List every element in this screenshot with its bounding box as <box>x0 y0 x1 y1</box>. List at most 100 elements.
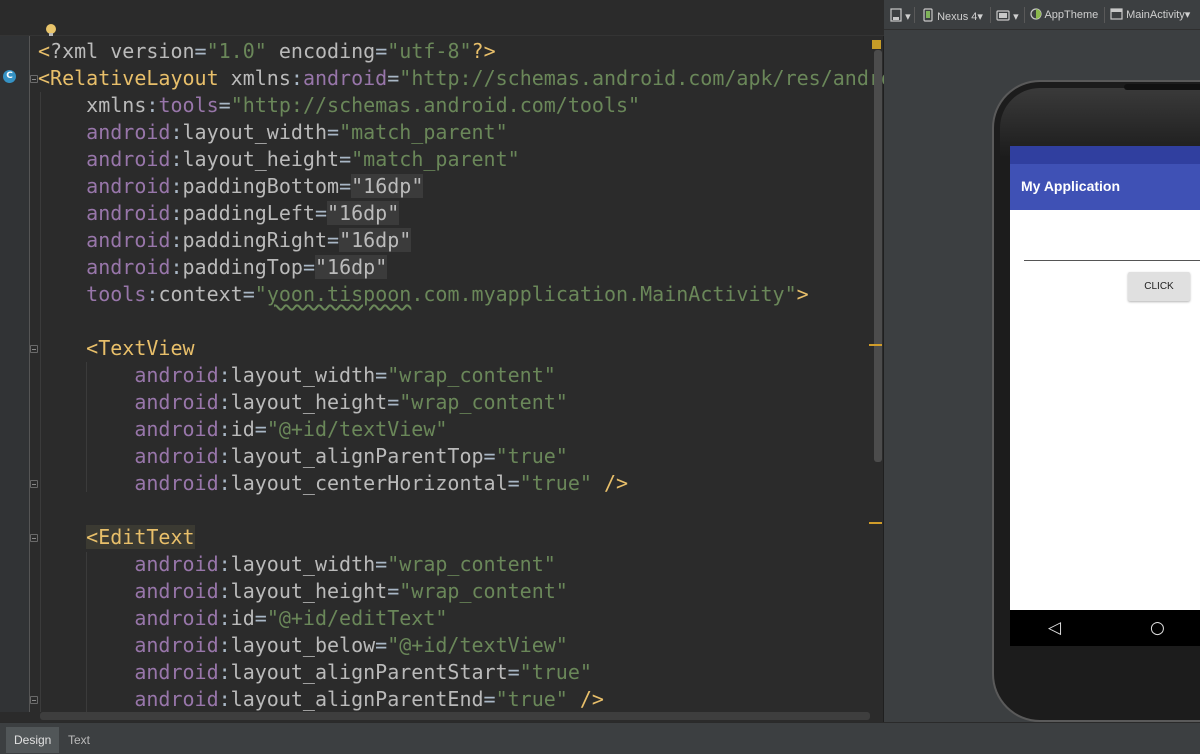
status-bar <box>1010 146 1200 164</box>
code-token: android <box>86 228 171 252</box>
code-line[interactable] <box>38 497 929 524</box>
vertical-scrollbar[interactable] <box>874 50 882 462</box>
fold-marker-icon[interactable] <box>30 480 38 488</box>
code-token: : <box>146 282 159 306</box>
code-line[interactable]: android:layout_below="@+id/textView" <box>38 632 929 659</box>
code-token: = <box>327 228 340 252</box>
inspection-status-icon[interactable] <box>872 40 881 49</box>
code-line[interactable]: android:layout_width="wrap_content" <box>38 551 929 578</box>
code-text[interactable]: <?xml version="1.0" encoding="utf-8"?> <R… <box>38 38 929 713</box>
code-line[interactable]: android:id="@+id/editText" <box>38 605 929 632</box>
horizontal-scrollbar[interactable] <box>40 712 870 720</box>
code-token: = <box>327 120 340 144</box>
code-line[interactable]: android:paddingLeft="16dp" <box>38 200 929 227</box>
edit-text-widget[interactable] <box>1024 260 1200 261</box>
code-token: : <box>218 687 231 711</box>
code-line[interactable]: android:layout_width="wrap_content" <box>38 362 929 389</box>
code-token: android <box>134 471 219 495</box>
code-token: = <box>387 390 400 414</box>
code-line[interactable]: android:layout_height="match_parent" <box>38 146 929 173</box>
class-badge-icon[interactable]: C <box>3 70 16 83</box>
code-line[interactable]: android:id="@+id/textView" <box>38 416 929 443</box>
code-token: paddingBottom <box>182 174 340 198</box>
code-line[interactable]: android:layout_alignParentTop="true" <box>38 443 929 470</box>
code-token: : <box>218 660 231 684</box>
code-token: id <box>230 606 255 630</box>
code-token: = <box>302 255 315 279</box>
code-token: "http://schemas.android.com/apk/res/andr… <box>399 66 930 90</box>
code-line[interactable]: tools:context="yoon.tispoon.com.myapplic… <box>38 281 929 308</box>
app-title: My Application <box>1021 178 1121 194</box>
code-line[interactable]: android:paddingTop="16dp" <box>38 254 929 281</box>
code-line[interactable]: android:paddingBottom="16dp" <box>38 173 929 200</box>
code-token: = <box>314 201 328 225</box>
fold-marker-icon[interactable] <box>30 75 38 83</box>
warning-marker[interactable] <box>869 344 882 346</box>
code-token: android <box>134 606 219 630</box>
code-line[interactable]: android:layout_width="match_parent" <box>38 119 929 146</box>
code-token: encoding <box>278 39 376 63</box>
code-line[interactable]: <EditText <box>38 524 929 551</box>
code-line[interactable]: android:layout_centerHorizontal="true" /… <box>38 470 929 497</box>
editor-header-strip <box>0 0 884 36</box>
code-token: android <box>134 552 219 576</box>
code-token: context <box>158 282 243 306</box>
code-token: "16dp" <box>351 174 424 198</box>
code-line[interactable]: android:layout_alignParentEnd="true" /> <box>38 686 929 713</box>
code-token: android <box>134 660 219 684</box>
code-token: : <box>218 444 231 468</box>
click-button[interactable]: CLICK <box>1128 272 1190 301</box>
home-icon[interactable]: ○ <box>1150 618 1165 638</box>
code-token: layout_width <box>230 363 376 387</box>
tab-text[interactable]: Text <box>60 727 98 753</box>
code-line[interactable]: <TextView <box>38 335 929 362</box>
code-line[interactable]: android:layout_alignParentStart="true" <box>38 659 929 686</box>
code-line[interactable]: <RelativeLayout xmlns:android="http://sc… <box>38 65 929 92</box>
code-token: "true" <box>519 660 592 684</box>
code-token: = <box>218 93 231 117</box>
code-token: android <box>302 66 388 90</box>
code-token: = <box>339 147 352 171</box>
code-token: /> <box>603 471 629 495</box>
lightbulb-icon[interactable] <box>46 24 56 36</box>
code-token: : <box>170 120 183 144</box>
device-frame-clip: My Application CLICK ◁ ○ <box>884 0 1200 722</box>
code-token: " <box>254 282 267 306</box>
code-line[interactable]: <?xml version="1.0" encoding="utf-8"?> <box>38 38 929 65</box>
code-token: : <box>218 633 231 657</box>
code-editor[interactable]: C <?xml version="1.0" encoding="utf-8"?>… <box>0 0 929 722</box>
code-line[interactable]: android:layout_height="wrap_content" <box>38 389 929 416</box>
code-token: : <box>170 255 183 279</box>
code-line[interactable]: android:paddingRight="16dp" <box>38 227 929 254</box>
code-token: = <box>375 633 388 657</box>
code-token: : <box>218 471 231 495</box>
code-token: "16dp" <box>339 228 412 252</box>
code-token: "16dp" <box>314 255 388 279</box>
code-line[interactable]: android:layout_height="wrap_content" <box>38 578 929 605</box>
code-token: "1.0" <box>206 39 267 63</box>
tab-design[interactable]: Design <box>6 727 60 753</box>
fold-marker-icon[interactable] <box>30 345 38 353</box>
code-line[interactable]: xmlns:tools="http://schemas.android.com/… <box>38 92 929 119</box>
code-token: = <box>507 660 520 684</box>
code-token: = <box>254 417 267 441</box>
code-line[interactable] <box>38 308 929 335</box>
fold-marker-icon[interactable] <box>30 696 38 704</box>
code-token: : <box>290 66 303 90</box>
code-token: layout_alignParentTop <box>230 444 484 468</box>
code-token: android <box>134 444 219 468</box>
back-icon[interactable]: ◁ <box>1048 618 1061 638</box>
warning-marker[interactable] <box>869 522 882 524</box>
code-token: : <box>218 390 231 414</box>
code-token: xmlns <box>230 66 291 90</box>
device-screen[interactable]: My Application CLICK ◁ ○ <box>1010 146 1200 646</box>
fold-marker-icon[interactable] <box>30 534 38 542</box>
